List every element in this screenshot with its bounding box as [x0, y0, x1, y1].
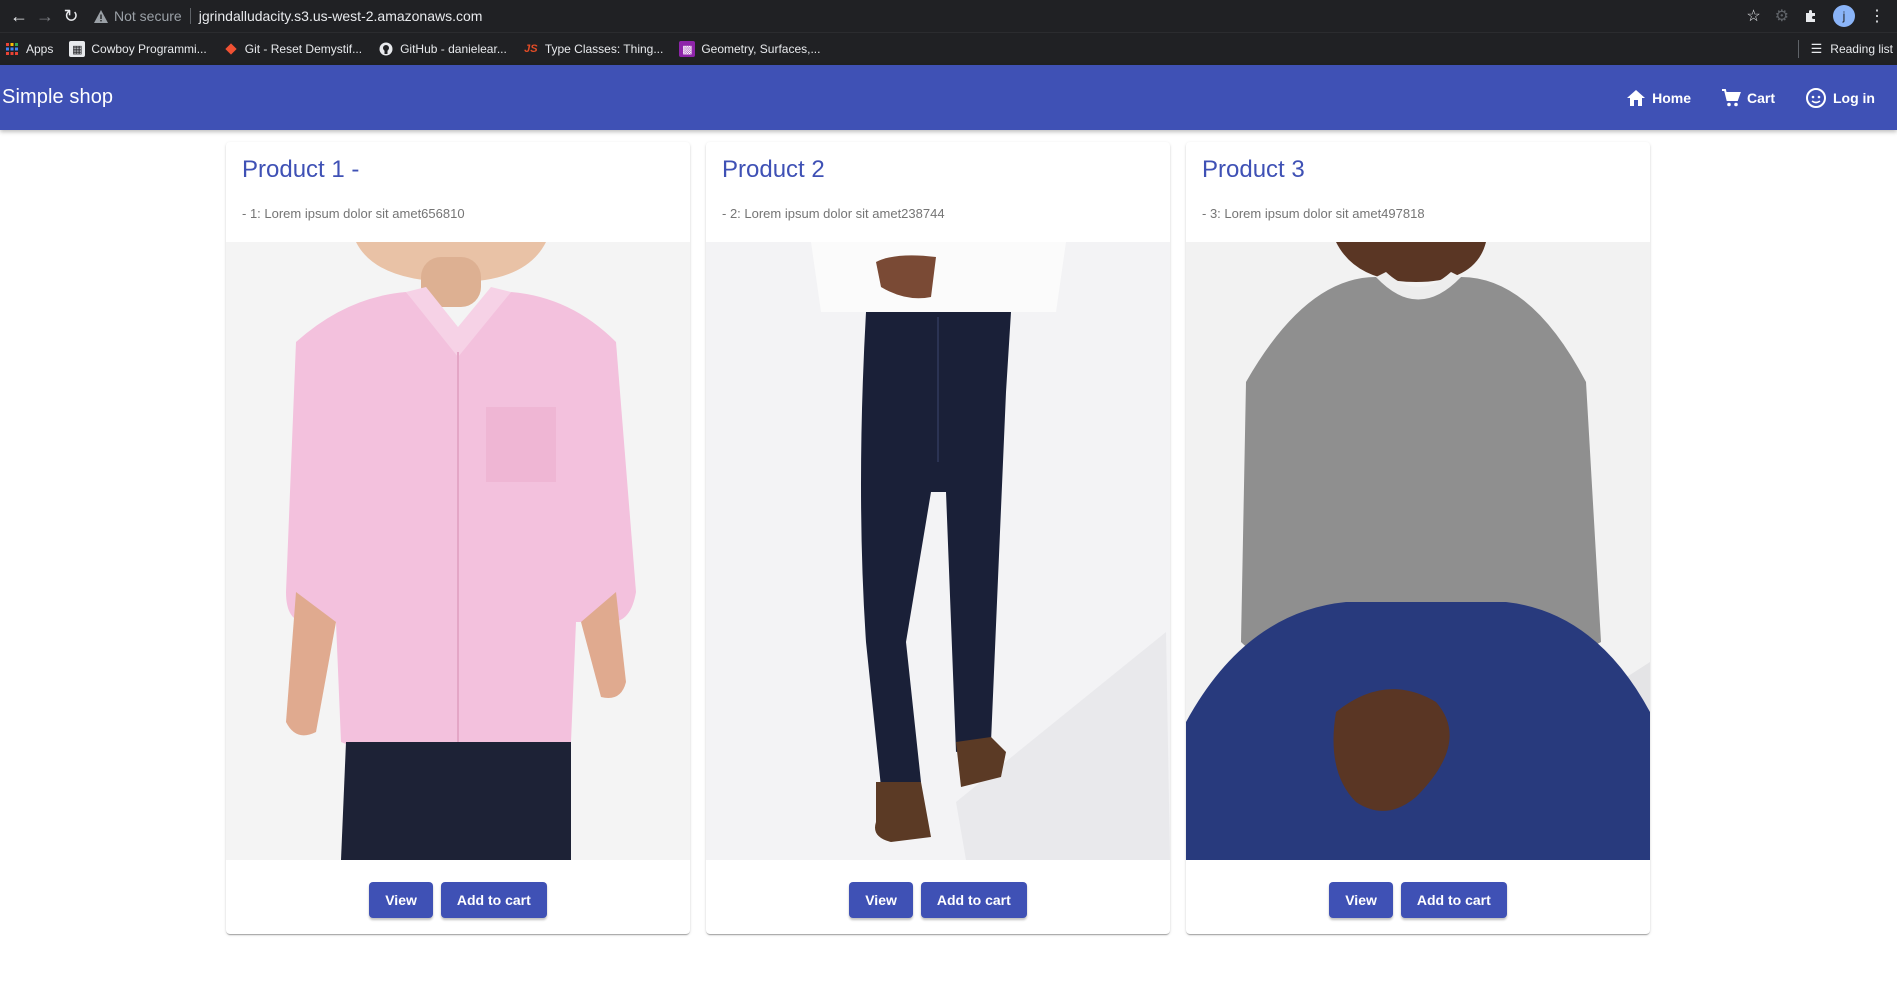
js-icon: JS: [524, 43, 538, 55]
address-bar[interactable]: Not secure jgrindalludacity.s3.us-west-2…: [94, 2, 1746, 30]
puzzle-icon[interactable]: [1803, 8, 1819, 24]
brand-title[interactable]: Simple shop: [2, 86, 113, 109]
profile-avatar[interactable]: j: [1833, 5, 1855, 27]
bookmark-type-classes[interactable]: JS Type Classes: Thing...: [523, 41, 663, 57]
bookmark-geometry[interactable]: ▩ Geometry, Surfaces,...: [679, 41, 820, 57]
bookmark-cowboy[interactable]: ▦ Cowboy Programmi...: [69, 41, 207, 57]
pink-shirt-image: [226, 242, 690, 860]
login-icon: [1806, 87, 1826, 108]
star-icon[interactable]: ☆: [1746, 6, 1760, 26]
product-title: Product 2: [722, 156, 825, 183]
url-text[interactable]: jgrindalludacity.s3.us-west-2.amazonaws.…: [191, 8, 483, 24]
product-card: Product 3 - 3: Lorem ipsum dolor sit ame…: [1186, 142, 1650, 934]
nav-home[interactable]: Home: [1626, 89, 1691, 107]
apps-grid-icon: [4, 41, 20, 57]
back-icon[interactable]: ←: [6, 3, 32, 29]
product-card: Product 2 - 2: Lorem ipsum dolor sit ame…: [706, 142, 1170, 934]
app-header: Simple shop Home Cart Log in: [0, 65, 1897, 130]
cart-icon: [1721, 88, 1741, 106]
bookmark-icon: ▩: [679, 41, 696, 57]
product-title: Product 3: [1202, 156, 1305, 183]
browser-toolbar: ← → ↻ Not secure jgrindalludacity.s3.us-…: [0, 0, 1897, 32]
product-subtitle: - 3: Lorem ipsum dolor sit amet497818: [1202, 206, 1425, 221]
home-icon: [1627, 89, 1646, 106]
extension-gear-icon[interactable]: ⚙: [1775, 6, 1789, 26]
view-button[interactable]: View: [1329, 882, 1393, 918]
bookmarks-bar: Apps ▦ Cowboy Programmi... Git - Reset D…: [0, 32, 1897, 65]
product-card: Product 1 - - 1: Lorem ipsum dolor sit a…: [226, 142, 690, 934]
product-title: Product 1 -: [242, 156, 360, 183]
reading-list[interactable]: ☰ Reading list: [1797, 40, 1893, 58]
product-subtitle: - 2: Lorem ipsum dolor sit amet238744: [722, 206, 945, 221]
grey-sweater-image: [1186, 242, 1650, 860]
bookmark-git[interactable]: Git - Reset Demystif...: [223, 41, 362, 57]
bookmark-apps[interactable]: Apps: [4, 41, 53, 57]
view-button[interactable]: View: [849, 882, 913, 918]
add-to-cart-button[interactable]: Add to cart: [920, 882, 1027, 918]
menu-dots-icon[interactable]: ⋮: [1869, 6, 1885, 26]
warning-icon: [94, 9, 108, 23]
security-indicator[interactable]: Not secure: [94, 8, 191, 24]
add-to-cart-button[interactable]: Add to cart: [1400, 882, 1507, 918]
view-button[interactable]: View: [369, 882, 433, 918]
security-label: Not secure: [114, 8, 182, 24]
product-subtitle: - 1: Lorem ipsum dolor sit amet656810: [242, 206, 465, 221]
reload-icon[interactable]: ↻: [58, 3, 84, 29]
add-to-cart-button[interactable]: Add to cart: [440, 882, 547, 918]
app-nav: Home Cart Log in: [1626, 87, 1895, 109]
bookmark-icon: ▦: [69, 41, 86, 57]
nav-cart[interactable]: Cart: [1721, 88, 1775, 108]
bookmark-github[interactable]: GitHub - danielear...: [378, 41, 507, 57]
dark-jeans-image: [706, 242, 1170, 860]
github-icon: [378, 41, 394, 57]
nav-login[interactable]: Log in: [1805, 87, 1875, 109]
git-icon: [223, 41, 239, 57]
forward-icon[interactable]: →: [32, 3, 58, 29]
reading-list-icon: ☰: [1810, 41, 1823, 56]
product-grid: Product 1 - - 1: Lorem ipsum dolor sit a…: [0, 130, 1897, 934]
